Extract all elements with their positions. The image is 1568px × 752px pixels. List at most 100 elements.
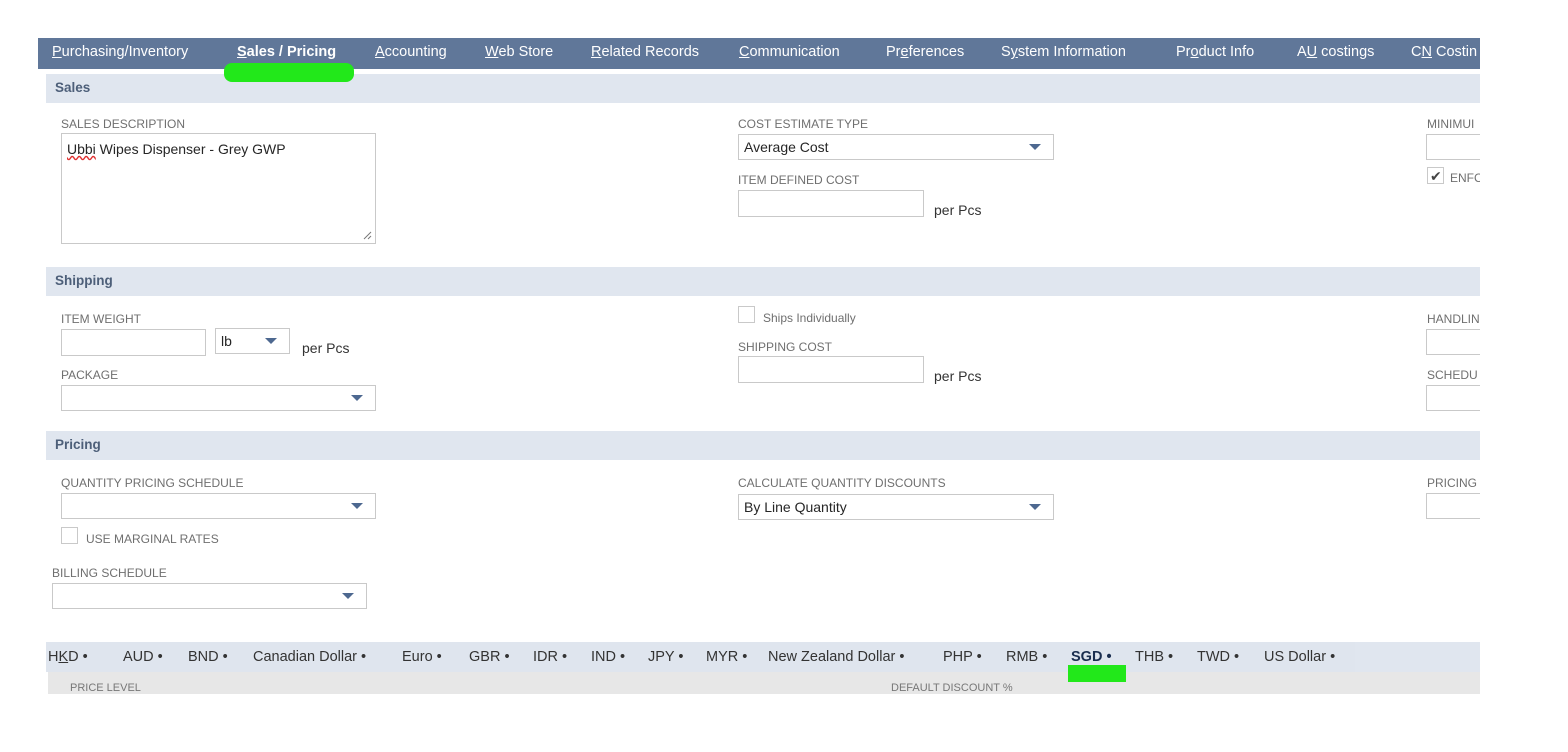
currency-tab-idr[interactable]: IDR • <box>533 649 567 665</box>
currency-label: TWD <box>1197 649 1231 665</box>
item-record-form: Purchasing/Inventory Sales / Pricing Acc… <box>38 38 1480 752</box>
currency-tab-sgd[interactable]: SGD • <box>1071 649 1112 665</box>
shipping-cost-input[interactable] <box>738 356 924 383</box>
tab-accesskey: R <box>591 44 602 60</box>
currency-separator: • <box>674 649 684 665</box>
tab-label: eb Store <box>498 44 554 60</box>
quantity-pricing-schedule-select[interactable] <box>61 493 376 519</box>
currency-label: AUD <box>123 649 154 665</box>
currency-tab-jpy[interactable]: JPY • <box>648 649 683 665</box>
currency-tab-gbr[interactable]: GBR • <box>469 649 510 665</box>
calculate-quantity-discounts-select[interactable]: By Line Quantity <box>738 494 1054 520</box>
tab-accesskey: S <box>237 44 247 60</box>
currency-tab-aud[interactable]: AUD • <box>123 649 163 665</box>
resize-handle-icon[interactable] <box>363 231 372 240</box>
currency-tab-bnd[interactable]: BND • <box>188 649 228 665</box>
currency-tab-euro[interactable]: Euro • <box>402 649 442 665</box>
currency-tab-php[interactable]: PHP • <box>943 649 982 665</box>
tab-sales-pricing[interactable]: Sales / Pricing <box>237 44 336 60</box>
currency-tab-rmb[interactable]: RMB • <box>1006 649 1047 665</box>
handling-input[interactable] <box>1426 329 1480 355</box>
shipping-cost-label: Shipping Cost <box>738 340 833 354</box>
tab-system-information[interactable]: System Information <box>1001 44 1126 60</box>
tab-label: ferences <box>908 44 965 60</box>
tab-product-info[interactable]: Product Info <box>1176 44 1254 60</box>
sales-description-text: Ubbi Wipes Dispenser - Grey GWP <box>67 141 286 157</box>
item-weight-unit-suffix: per Pcs <box>302 340 350 356</box>
currency-tab-hkd[interactable]: HKD • <box>48 649 88 665</box>
currency-tab-twd[interactable]: TWD • <box>1197 649 1239 665</box>
currency-accesskey: K <box>58 649 69 665</box>
highlight-marker <box>224 63 354 82</box>
select-value: lb <box>221 333 232 349</box>
currency-separator: • <box>356 649 367 665</box>
dropdown-caret-icon <box>1029 144 1041 150</box>
ships-individually-label: Ships Individually <box>763 311 856 325</box>
package-select[interactable] <box>61 385 376 411</box>
select-value: Average Cost <box>744 139 829 155</box>
currency-tab-ind[interactable]: IND • <box>591 649 625 665</box>
tab-accesskey: e <box>900 44 909 60</box>
calculate-quantity-discounts-label: Calculate Quantity Discounts <box>738 476 946 490</box>
billing-schedule-label: Billing Schedule <box>52 566 167 580</box>
tab-label: A <box>1297 44 1307 60</box>
section-title: Shipping <box>55 273 113 288</box>
item-weight-label: Item Weight <box>61 312 141 326</box>
currency-tab-us-dollar[interactable]: US Dollar • <box>1264 649 1335 665</box>
tab-cn-costings[interactable]: CN Costin <box>1411 44 1477 60</box>
currency-separator: • <box>1038 649 1048 665</box>
weight-unit-select[interactable]: lb <box>215 328 290 354</box>
use-marginal-rates-checkbox[interactable] <box>61 527 78 544</box>
tab-accounting[interactable]: Accounting <box>375 44 447 60</box>
tab-label: Pr <box>886 44 901 60</box>
currency-tab-thb[interactable]: THB • <box>1135 649 1173 665</box>
currency-tab-myr[interactable]: MYR • <box>706 649 747 665</box>
currency-label: PHP <box>943 649 973 665</box>
minimum-label: MINIMUI <box>1427 117 1475 131</box>
currency-label: Euro <box>402 649 433 665</box>
dropdown-caret-icon <box>351 395 363 401</box>
package-label: Package <box>61 368 119 382</box>
currency-separator: • <box>615 649 626 665</box>
currency-label: RMB <box>1006 649 1039 665</box>
item-defined-cost-unit: per Pcs <box>934 202 982 218</box>
column-header-default-discount: Default Discount % <box>891 682 1013 694</box>
currency-label: Canadian Dollar <box>253 649 357 665</box>
cost-estimate-type-select[interactable]: Average Cost <box>738 134 1054 160</box>
tab-communication[interactable]: Communication <box>739 44 840 60</box>
schedule-input[interactable] <box>1426 385 1480 411</box>
tab-label: Pr <box>1176 44 1191 60</box>
enforce-checkbox[interactable]: ✔ <box>1427 167 1444 184</box>
billing-schedule-select[interactable] <box>52 583 367 609</box>
currency-separator: • <box>557 649 568 665</box>
tab-purchasing-inventory[interactable]: Purchasing/Inventory <box>52 44 188 60</box>
currency-separator: • <box>1326 649 1336 665</box>
currency-separator: • <box>78 649 88 665</box>
tab-preferences[interactable]: Preferences <box>886 44 964 60</box>
currency-separator: • <box>738 649 748 665</box>
ships-individually-checkbox[interactable] <box>738 306 755 323</box>
currency-label: GBR <box>469 649 501 665</box>
section-header-pricing[interactable]: Pricing <box>46 431 1480 460</box>
item-defined-cost-input[interactable] <box>738 190 924 217</box>
misspelled-word: Ubbi <box>67 141 96 157</box>
dropdown-caret-icon <box>265 338 277 344</box>
currency-tab-canadian-dollar[interactable]: Canadian Dollar • <box>253 649 366 665</box>
currency-tab-new-zealand-dollar[interactable]: New Zealand Dollar • <box>768 649 904 665</box>
item-weight-input[interactable] <box>61 329 206 356</box>
tab-au-costings[interactable]: AU costings <box>1297 44 1374 60</box>
schedule-label: SCHEDU <box>1427 368 1478 382</box>
pricing-label: PRICING <box>1427 476 1478 490</box>
quantity-pricing-schedule-label: Quantity Pricing Schedule <box>61 476 244 490</box>
tab-accesskey: U <box>1306 44 1318 60</box>
currency-separator: • <box>500 649 510 665</box>
section-header-shipping[interactable]: Shipping <box>46 267 1480 296</box>
currency-label: SGD <box>1071 649 1103 665</box>
pricing-input[interactable] <box>1426 493 1480 519</box>
sales-description-textarea[interactable]: Ubbi Wipes Dispenser - Grey GWP <box>61 133 376 244</box>
currency-separator: • <box>1230 649 1240 665</box>
tab-label: ccounting <box>384 44 447 60</box>
tab-web-store[interactable]: Web Store <box>485 44 553 60</box>
tab-related-records[interactable]: Related Records <box>591 44 699 60</box>
minimum-quantity-input[interactable] <box>1426 134 1480 160</box>
